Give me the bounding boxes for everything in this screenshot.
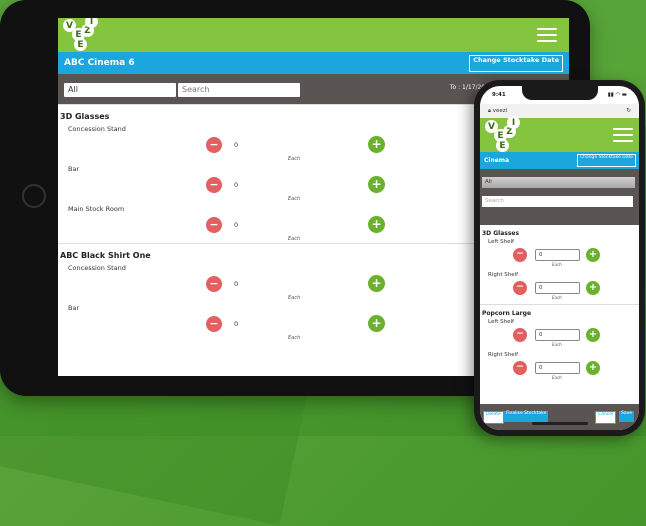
veezi-logo: V E Z I E [484,116,520,153]
signal-battery-icon: ▮▮ ◠ ▬ [607,92,627,98]
quantity-field[interactable]: 0 [535,282,580,294]
category-select[interactable]: All [64,83,176,97]
quantity-field[interactable]: 0 [535,249,580,261]
unit-label: Each [552,342,562,347]
quantity-field[interactable]: 0 [230,139,362,152]
category-select[interactable]: All [482,177,635,188]
location-label: Right Shelf [488,272,519,278]
decrement-button[interactable]: − [206,316,222,332]
tablet-home-button[interactable] [22,184,46,208]
unit-label: Each [552,295,562,300]
quantity-field[interactable]: 0 [230,318,362,331]
veezi-logo: V E Z I E [62,18,98,52]
app-header: V E Z I E [58,18,569,52]
action-footer: Delete Finalise Stocktake Cancel Save [480,404,639,430]
filter-bar: All Search [480,169,639,225]
status-time: 9:41 [492,92,506,98]
decrement-button[interactable]: − [513,281,527,295]
unit-label: Each [288,196,301,202]
menu-icon[interactable] [613,128,633,142]
increment-button[interactable]: + [586,281,600,295]
quantity-field[interactable]: 0 [230,278,362,291]
decrement-button[interactable]: − [206,276,222,292]
quantity-row: − 0 + Each [480,245,639,271]
save-button[interactable]: Save [619,411,635,422]
location-label: Left Shelf [488,319,514,325]
menu-icon[interactable] [537,28,557,42]
home-indicator [532,422,588,425]
phone-screen: 9:41 ▮▮ ◠ ▬ 🔒︎ veezi ↻ V E Z I E Cinema … [480,86,639,430]
search-input[interactable]: Search [482,196,633,207]
increment-button[interactable]: + [368,176,385,193]
address-bar[interactable]: 🔒︎ veezi ↻ [480,104,639,118]
decrement-button[interactable]: − [513,361,527,375]
decrement-button[interactable]: − [206,177,222,193]
quantity-row: − 0 + Each [480,358,639,384]
logo-letter: I [85,18,98,28]
app-header: V E Z I E [480,116,639,153]
url-text: veezi [492,108,508,114]
decrement-button[interactable]: − [206,217,222,233]
increment-button[interactable]: + [368,216,385,233]
delete-button[interactable]: Delete [483,411,504,424]
logo-letter: I [507,116,520,129]
quantity-field[interactable]: 0 [535,362,580,374]
unit-label: Each [288,156,301,162]
unit-label: Each [552,262,562,267]
cinema-name: Cinema [484,157,510,164]
decrement-button[interactable]: − [513,328,527,342]
increment-button[interactable]: + [368,315,385,332]
quantity-row: − 0 + Each [480,325,639,351]
logo-letter: E [496,139,509,152]
search-input[interactable]: Search [178,83,300,97]
phone-device: 9:41 ▮▮ ◠ ▬ 🔒︎ veezi ↻ V E Z I E Cinema … [474,80,645,436]
cinema-name: ABC Cinema 6 [64,58,135,68]
lock-icon: 🔒︎ [488,108,491,114]
quantity-field[interactable]: 0 [230,219,362,232]
decrement-button[interactable]: − [513,248,527,262]
unit-label: Each [288,295,301,301]
item-title: Popcorn Large [482,310,532,317]
unit-label: Each [552,375,562,380]
cancel-button[interactable]: Cancel [595,411,617,424]
quantity-field[interactable]: 0 [535,329,580,341]
change-stocktake-date-button[interactable]: Change Stocktake Date [576,154,636,167]
cinema-bar: Cinema Change Stocktake Date [480,152,639,169]
unit-label: Each [288,335,301,341]
increment-button[interactable]: + [586,248,600,262]
reload-icon[interactable]: ↻ [626,104,631,118]
increment-button[interactable]: + [586,361,600,375]
change-stocktake-date-button[interactable]: Change Stocktake Date [469,55,563,72]
decrement-button[interactable]: − [206,137,222,153]
logo-letter: E [74,38,87,51]
quantity-field[interactable]: 0 [230,179,362,192]
quantity-row: − 0 + Each [480,278,639,304]
item-title: 3D Glasses [482,230,520,237]
increment-button[interactable]: + [368,275,385,292]
increment-button[interactable]: + [368,136,385,153]
status-bar: 9:41 ▮▮ ◠ ▬ [480,86,639,104]
cinema-bar: ABC Cinema 6 Change Stocktake Date [58,52,569,74]
location-label: Left Shelf [488,239,514,245]
finalise-stocktake-button[interactable]: Finalise Stocktake [504,411,549,422]
unit-label: Each [288,236,301,242]
increment-button[interactable]: + [586,328,600,342]
location-label: Right Shelf [488,352,519,358]
item-list: 3D Glasses Left Shelf − 0 + Each Right S… [480,225,639,384]
